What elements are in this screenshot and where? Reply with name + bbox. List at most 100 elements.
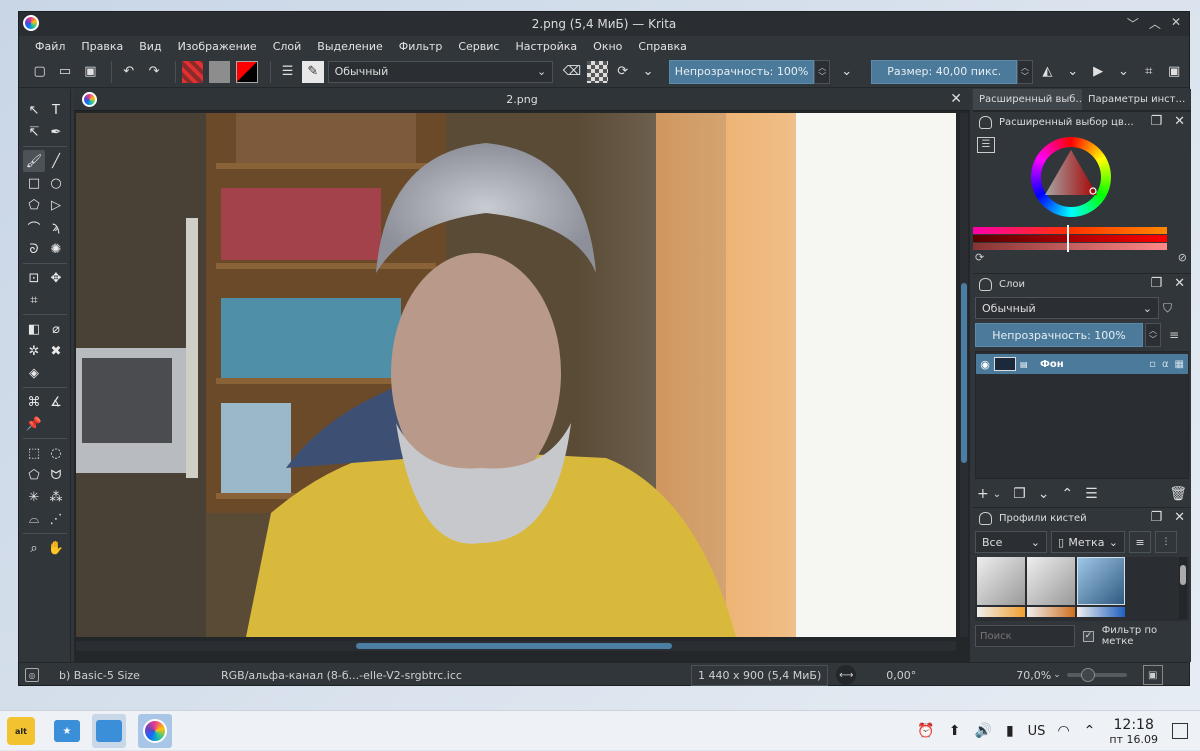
calligraphy-icon[interactable]: ✒ — [45, 121, 67, 143]
freehand-path-icon[interactable]: ϡ — [45, 216, 67, 238]
ellipse-select-icon[interactable]: ◌ — [45, 442, 67, 464]
menu-window[interactable]: Окно — [585, 40, 630, 53]
close-icon[interactable]: ✕ — [1171, 15, 1181, 32]
brush-tag-select[interactable]: ▯ Метка ⌄ — [1051, 531, 1125, 553]
layer-opacity-slider[interactable]: Непрозрачность: 100% — [975, 323, 1143, 347]
eye-icon[interactable]: ◉ — [976, 358, 994, 371]
gradient-swatch[interactable] — [181, 60, 204, 83]
chevron-down-icon[interactable]: ⌄ — [993, 489, 1001, 500]
volume-icon[interactable]: 🔊 — [975, 723, 992, 739]
colorize-mask-icon[interactable]: ✲ — [23, 340, 45, 362]
krita-app-icon[interactable] — [23, 15, 39, 31]
close-icon[interactable]: ✕ — [1174, 276, 1185, 291]
color-settings-icon[interactable]: ☰ — [977, 137, 995, 153]
float-icon[interactable]: ❐ — [1150, 276, 1162, 291]
scroll-thumb[interactable] — [356, 643, 672, 649]
usb-icon[interactable]: ▮ — [1006, 723, 1014, 739]
menu-help[interactable]: Справка — [630, 40, 694, 53]
lock-icon[interactable] — [979, 116, 992, 129]
tab-advanced-color[interactable]: Расширенный выб… — [973, 89, 1082, 110]
chevron-down-icon[interactable]: ⌄ — [1113, 61, 1134, 83]
hue-ring[interactable] — [1031, 137, 1111, 217]
size-spin[interactable]: ︿ ﹀ — [1017, 59, 1033, 84]
float-icon[interactable]: ❐ — [1150, 114, 1162, 129]
hue-slider[interactable] — [973, 227, 1167, 234]
brush-preset[interactable] — [977, 557, 1025, 605]
brush-search-input[interactable] — [975, 625, 1075, 647]
menu-image[interactable]: Изображение — [170, 40, 265, 53]
polyline-tool-icon[interactable]: ▷ — [45, 194, 67, 216]
maximize-icon[interactable]: ︿ — [1149, 15, 1161, 32]
layer-menu-icon[interactable]: ≡ — [1169, 328, 1179, 342]
brush-preset[interactable] — [1027, 607, 1075, 617]
reload-preset-icon[interactable]: ⟳ — [612, 61, 633, 83]
polygon-tool-icon[interactable]: ⬠ — [23, 194, 45, 216]
rect-select-icon[interactable]: ⬚ — [23, 442, 45, 464]
edit-shapes-icon[interactable]: ↸ — [23, 121, 45, 143]
crop-tool-icon[interactable]: ⌗ — [23, 289, 45, 311]
chevron-down-icon[interactable]: ⌄ — [637, 61, 658, 83]
alarm-icon[interactable]: ⏰ — [917, 723, 934, 739]
rotation-icon[interactable]: ⟷ — [836, 665, 857, 685]
contiguous-select-icon[interactable]: ✳ — [23, 486, 45, 508]
menu-layer[interactable]: Слой — [265, 40, 310, 53]
update-icon[interactable]: ⬆ — [949, 723, 961, 739]
brush-preset[interactable] — [1077, 557, 1125, 605]
delete-layer-icon[interactable]: 🗑 — [1169, 486, 1187, 502]
refresh-icon[interactable]: ⟳ — [975, 251, 984, 264]
undo-icon[interactable]: ↶ — [118, 61, 139, 83]
brush-preset[interactable] — [1077, 607, 1125, 617]
select-shapes-icon[interactable]: ↖ — [23, 99, 45, 121]
menu-filter[interactable]: Фильтр — [391, 40, 451, 53]
duplicate-layer-icon[interactable]: ❐ — [1013, 486, 1026, 502]
scroll-thumb[interactable] — [961, 283, 967, 463]
polygon-select-icon[interactable]: ⬠ — [23, 464, 45, 486]
close-icon[interactable]: ✕ — [1174, 114, 1185, 129]
brush-status-icon[interactable]: ◎ — [25, 668, 39, 682]
text-tool-icon[interactable]: T — [45, 99, 67, 121]
move-tool-icon[interactable]: ✥ — [45, 267, 67, 289]
brush-filter-select[interactable]: Все ⌄ — [975, 531, 1047, 553]
horizontal-scrollbar[interactable] — [76, 641, 956, 651]
fill-tool-icon[interactable]: ◈ — [23, 362, 45, 384]
close-icon[interactable]: ✕ — [1174, 510, 1185, 525]
fullscreen-icon[interactable]: ▣ — [1164, 61, 1185, 83]
brush-settings-icon[interactable]: ☰ — [277, 61, 298, 83]
layer-opacity-spin[interactable]: ︿ ﹀ — [1145, 323, 1161, 347]
filter-checkbox[interactable]: ✓ — [1083, 630, 1094, 642]
lock-icon[interactable] — [979, 512, 992, 525]
redo-icon[interactable]: ↷ — [143, 61, 164, 83]
clock[interactable]: 12:18 пт 16.09 — [1109, 717, 1158, 746]
gradient-tool-icon[interactable]: ◧ — [23, 318, 45, 340]
menu-select[interactable]: Выделение — [309, 40, 391, 53]
vertical-scrollbar[interactable] — [960, 113, 968, 637]
saturation-triangle[interactable] — [1041, 147, 1101, 207]
brush-preset[interactable] — [1027, 557, 1075, 605]
menu-settings[interactable]: Настройка — [507, 40, 585, 53]
menu-file[interactable]: Файл — [27, 40, 73, 53]
add-layer-icon[interactable]: + — [977, 486, 989, 502]
tray-expand-icon[interactable]: ⌃ — [1084, 723, 1096, 739]
start-menu-icon[interactable]: alt — [4, 714, 38, 748]
fit-view-icon[interactable]: ▣ — [1142, 665, 1163, 685]
minimize-icon[interactable]: ﹀ — [1127, 15, 1139, 32]
keyboard-layout[interactable]: US — [1028, 724, 1046, 739]
ellipse-tool-icon[interactable]: ○ — [45, 172, 67, 194]
lock-icon[interactable] — [979, 278, 992, 291]
show-desktop-icon[interactable] — [1172, 723, 1188, 739]
save-icon[interactable]: ▣ — [80, 61, 101, 83]
fg-bg-color-icon[interactable] — [236, 60, 258, 83]
krita-task[interactable] — [138, 714, 172, 748]
magnetic-select-icon[interactable]: ⋰ — [45, 508, 67, 530]
opacity-spin[interactable]: ︿ ﹀ — [814, 59, 831, 84]
blend-mode-select[interactable]: Обычный ⌄ — [327, 60, 554, 83]
brush-scrollbar[interactable] — [1179, 557, 1187, 619]
zoom-slider[interactable] — [1066, 668, 1127, 682]
new-document-icon[interactable]: ▢ — [29, 61, 50, 83]
brush-tool-icon[interactable]: 🖌 — [23, 150, 45, 172]
files-window-task[interactable] — [92, 714, 126, 748]
eraser-icon[interactable]: ⌫ — [561, 61, 582, 83]
measure-tool-icon[interactable]: ∡ — [45, 391, 67, 413]
zoom-value[interactable]: 70,0% — [1016, 669, 1051, 682]
line-tool-icon[interactable]: ╱ — [45, 150, 67, 172]
